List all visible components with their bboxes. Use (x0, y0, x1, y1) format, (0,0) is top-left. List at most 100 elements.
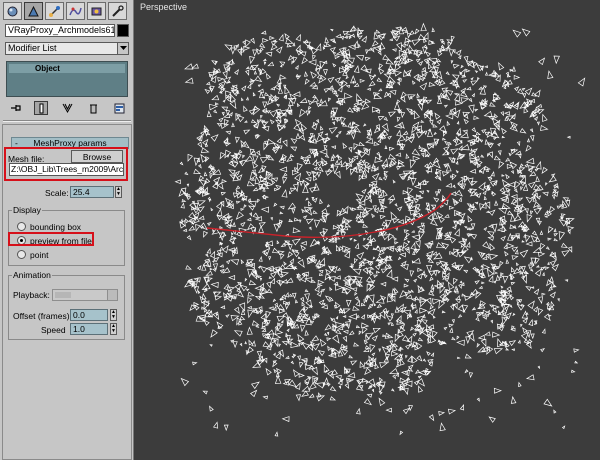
foliage-wire (292, 250, 300, 258)
tab-motion[interactable] (66, 2, 85, 20)
foliage-wire (342, 335, 348, 343)
radio-bounding-box[interactable] (17, 222, 26, 231)
foliage-wire (275, 184, 282, 190)
foliage-wire (428, 62, 433, 70)
foliage-wire (565, 199, 571, 208)
foliage-wire (240, 259, 245, 264)
foliage-wire (428, 414, 435, 422)
remove-modifier-button[interactable] (86, 101, 100, 115)
foliage-wire (329, 369, 338, 376)
foliage-wire (391, 276, 399, 282)
foliage-wire (478, 86, 483, 90)
foliage-wire (228, 169, 236, 175)
foliage-wire (228, 274, 236, 281)
foliage-wire (296, 276, 301, 282)
foliage-wire (198, 215, 205, 220)
perspective-viewport[interactable]: Perspective (135, 0, 600, 460)
tab-utilities[interactable] (108, 2, 127, 20)
foliage-wire (375, 270, 381, 274)
foliage-wire (391, 350, 399, 357)
tab-hierarchy[interactable] (45, 2, 64, 20)
offset-spinner[interactable]: ▲ ▼ (110, 309, 117, 321)
foliage-wire (279, 280, 284, 287)
scale-spinner[interactable]: ▲ ▼ (115, 186, 122, 198)
foliage-wire (484, 138, 489, 145)
stack-item-object[interactable]: Object (9, 64, 125, 73)
foliage-wire (380, 281, 387, 287)
foliage-wire (317, 349, 325, 357)
foliage-wire (560, 213, 566, 217)
foliage-wire (249, 212, 253, 217)
foliage-wire (510, 170, 515, 175)
foliage-wire (428, 308, 436, 316)
foliage-wire (299, 219, 302, 223)
foliage-wire (221, 245, 229, 254)
pin-stack-icon (10, 104, 21, 111)
show-end-result-button[interactable] (34, 101, 48, 115)
foliage-wire (445, 71, 450, 76)
foliage-wire (223, 424, 229, 432)
foliage-wire (313, 170, 318, 174)
foliage-wire (365, 148, 369, 154)
command-panel: VRayProxy_Archmodels61_02 Modifier List … (0, 0, 134, 460)
playback-dropdown[interactable] (52, 289, 118, 301)
foliage-wire (394, 333, 401, 343)
offset-input[interactable]: 0.0 (70, 309, 108, 321)
foliage-wire (391, 48, 397, 52)
foliage-wire (193, 286, 200, 294)
scale-input[interactable]: 25.4 (70, 186, 114, 198)
foliage-wire (382, 54, 391, 61)
foliage-wire (453, 92, 458, 96)
tab-display[interactable] (87, 2, 106, 20)
foliage-wire (374, 109, 381, 114)
radio-point[interactable] (17, 250, 26, 259)
foliage-wire (453, 221, 459, 228)
foliage-wire (364, 345, 371, 349)
configure-modifier-sets-button[interactable] (112, 101, 126, 115)
foliage-wire (512, 29, 522, 38)
speed-spinner[interactable]: ▲ ▼ (110, 323, 117, 335)
foliage-wire (319, 98, 323, 103)
foliage-wire (319, 338, 327, 347)
foliage-wire (442, 93, 451, 101)
foliage-wire (513, 74, 521, 80)
pin-stack-button[interactable] (8, 101, 22, 115)
foliage-wire (410, 289, 415, 293)
foliage-wire (423, 130, 428, 136)
foliage-wire (262, 101, 268, 109)
foliage-wire (204, 142, 209, 147)
foliage-wire (311, 197, 315, 201)
foliage-wire (371, 213, 376, 218)
foliage-wire (308, 200, 312, 207)
object-name-field[interactable]: VRayProxy_Archmodels61_02 (5, 24, 115, 37)
foliage-wire (314, 219, 321, 229)
foliage-wire (376, 151, 381, 157)
foliage-wire (295, 394, 301, 402)
foliage-wire (460, 87, 467, 94)
foliage-wire (417, 375, 422, 379)
foliage-wire (285, 332, 289, 337)
foliage-wire (222, 267, 231, 274)
foliage-wire (212, 311, 220, 321)
foliage-wire (485, 210, 490, 214)
tab-modify[interactable] (24, 2, 43, 20)
foliage-wire (477, 77, 480, 81)
foliage-wire (412, 343, 416, 348)
foliage-wire (250, 37, 255, 44)
object-color-swatch[interactable] (117, 24, 129, 37)
make-unique-button[interactable] (60, 101, 74, 115)
foliage-wire (411, 230, 415, 233)
tab-create[interactable] (3, 2, 22, 20)
speed-input[interactable]: 1.0 (70, 323, 108, 335)
foliage-wire (221, 179, 228, 184)
foliage-wire (269, 119, 275, 125)
foliage-wire (297, 256, 302, 259)
foliage-wire (486, 231, 495, 237)
foliage-wire (439, 422, 446, 432)
modifier-list-dropdown[interactable]: Modifier List (5, 42, 129, 55)
foliage-wire (536, 103, 543, 108)
foliage-wire (274, 82, 281, 91)
foliage-wire (420, 22, 427, 32)
foliage-wire (222, 99, 226, 103)
foliage-wire (412, 155, 421, 162)
